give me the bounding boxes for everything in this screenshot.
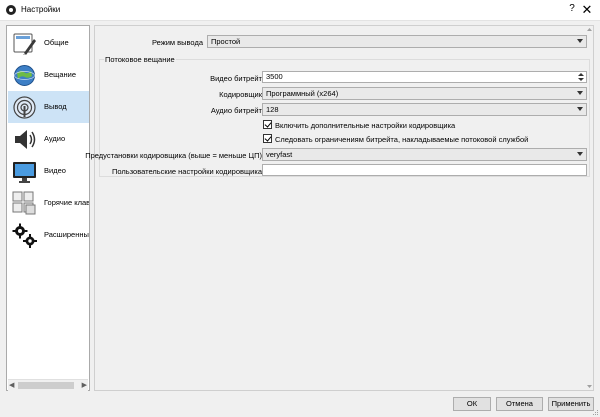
monitor-icon bbox=[13, 162, 36, 183]
chevron-down-icon bbox=[577, 39, 583, 43]
scroll-thumb[interactable] bbox=[18, 382, 74, 389]
encoder-preset-select[interactable]: veryfast bbox=[262, 148, 587, 161]
apply-button[interactable]: Применить bbox=[548, 397, 594, 411]
sidebar-item-video[interactable]: Видео bbox=[8, 155, 89, 187]
resize-grip-icon[interactable] bbox=[591, 408, 599, 416]
scroll-right-icon[interactable]: ▶ bbox=[82, 381, 87, 389]
sidebar-item-output[interactable]: Вывод bbox=[8, 91, 89, 123]
chevron-down-icon bbox=[577, 107, 583, 111]
video-bitrate-label: Видео битрейт bbox=[210, 74, 262, 83]
encoder-preset-value: veryfast bbox=[266, 150, 293, 159]
obs-app-icon bbox=[6, 5, 16, 15]
audio-bitrate-label: Аудио битрейт bbox=[210, 106, 262, 115]
sidebar-item-label: Видео bbox=[44, 166, 66, 175]
settings-sidebar: Общие Вещание Вывод Аудио Видео Горячие … bbox=[6, 25, 90, 391]
video-bitrate-value: 3500 bbox=[266, 72, 283, 81]
chevron-down-icon bbox=[577, 91, 583, 95]
ok-button[interactable]: ОК bbox=[453, 397, 491, 411]
sidebar-item-audio[interactable]: Аудио bbox=[8, 123, 89, 155]
chevron-down-icon bbox=[577, 152, 583, 156]
title-bar: Настройки ? ✕ bbox=[0, 0, 600, 21]
sidebar-horizontal-scrollbar[interactable]: ◀ ▶ bbox=[8, 379, 88, 391]
sidebar-item-broadcast[interactable]: Вещание bbox=[8, 59, 89, 91]
sidebar-item-label: Вещание bbox=[44, 70, 77, 79]
hotkeys-keyboard-icon bbox=[12, 191, 36, 215]
scroll-up-icon[interactable] bbox=[587, 28, 592, 31]
output-mode-value: Простой bbox=[211, 37, 241, 46]
custom-encoder-settings-label: Пользовательские настройки кодировщика bbox=[112, 167, 262, 176]
enforce-bitrate-label[interactable]: Следовать ограничениям битрейта, наклады… bbox=[275, 135, 528, 144]
encoder-preset-label: Предустановки кодировщика (выше = меньше… bbox=[85, 151, 262, 160]
audio-bitrate-value: 128 bbox=[266, 105, 279, 114]
video-bitrate-input[interactable]: 3500 bbox=[262, 71, 587, 83]
sidebar-item-label: Вывод bbox=[44, 102, 67, 111]
sidebar-item-label: Аудио bbox=[44, 134, 66, 143]
scroll-down-icon[interactable] bbox=[587, 385, 592, 388]
output-mode-select[interactable]: Простой bbox=[207, 35, 587, 48]
advanced-encoder-checkbox[interactable] bbox=[263, 120, 272, 129]
encoder-label: Кодировщик bbox=[219, 90, 262, 99]
advanced-encoder-label[interactable]: Включить дополнительные настройки кодиро… bbox=[275, 121, 455, 130]
help-button[interactable]: ? bbox=[566, 3, 578, 16]
output-settings-panel: Режим вывода Простой Потоковое вещание В… bbox=[85, 25, 594, 391]
main-vertical-scrollbar[interactable] bbox=[585, 25, 594, 391]
audio-bitrate-select[interactable]: 128 bbox=[262, 103, 587, 116]
spin-arrows-icon[interactable] bbox=[578, 73, 584, 82]
broadcast-globe-icon bbox=[14, 65, 35, 86]
sidebar-item-label: Расширенны bbox=[44, 230, 89, 239]
speaker-icon bbox=[15, 130, 36, 149]
custom-encoder-settings-input[interactable] bbox=[262, 164, 587, 176]
scroll-left-icon[interactable]: ◀ bbox=[9, 381, 14, 389]
encoder-value: Программный (x264) bbox=[266, 89, 339, 98]
sidebar-item-advanced[interactable]: Расширенны bbox=[8, 219, 89, 251]
cancel-button[interactable]: Отмена bbox=[496, 397, 543, 411]
output-signal-icon bbox=[13, 96, 36, 119]
sidebar-item-label: Общие bbox=[44, 38, 69, 47]
window-title: Настройки bbox=[21, 5, 61, 14]
group-title: Потоковое вещание bbox=[104, 55, 176, 64]
sidebar-item-label: Горячие клав bbox=[44, 198, 89, 207]
general-settings-icon bbox=[13, 33, 36, 55]
output-mode-label: Режим вывода bbox=[151, 38, 203, 47]
settings-window: Настройки ? ✕ Общие Вещание Вывод Аудио … bbox=[0, 0, 600, 417]
gears-icon bbox=[12, 223, 37, 248]
close-button[interactable]: ✕ bbox=[580, 2, 594, 17]
sidebar-item-general[interactable]: Общие bbox=[8, 27, 89, 59]
encoder-select[interactable]: Программный (x264) bbox=[262, 87, 587, 100]
sidebar-item-hotkeys[interactable]: Горячие клав bbox=[8, 187, 89, 219]
enforce-bitrate-checkbox[interactable] bbox=[263, 134, 272, 143]
